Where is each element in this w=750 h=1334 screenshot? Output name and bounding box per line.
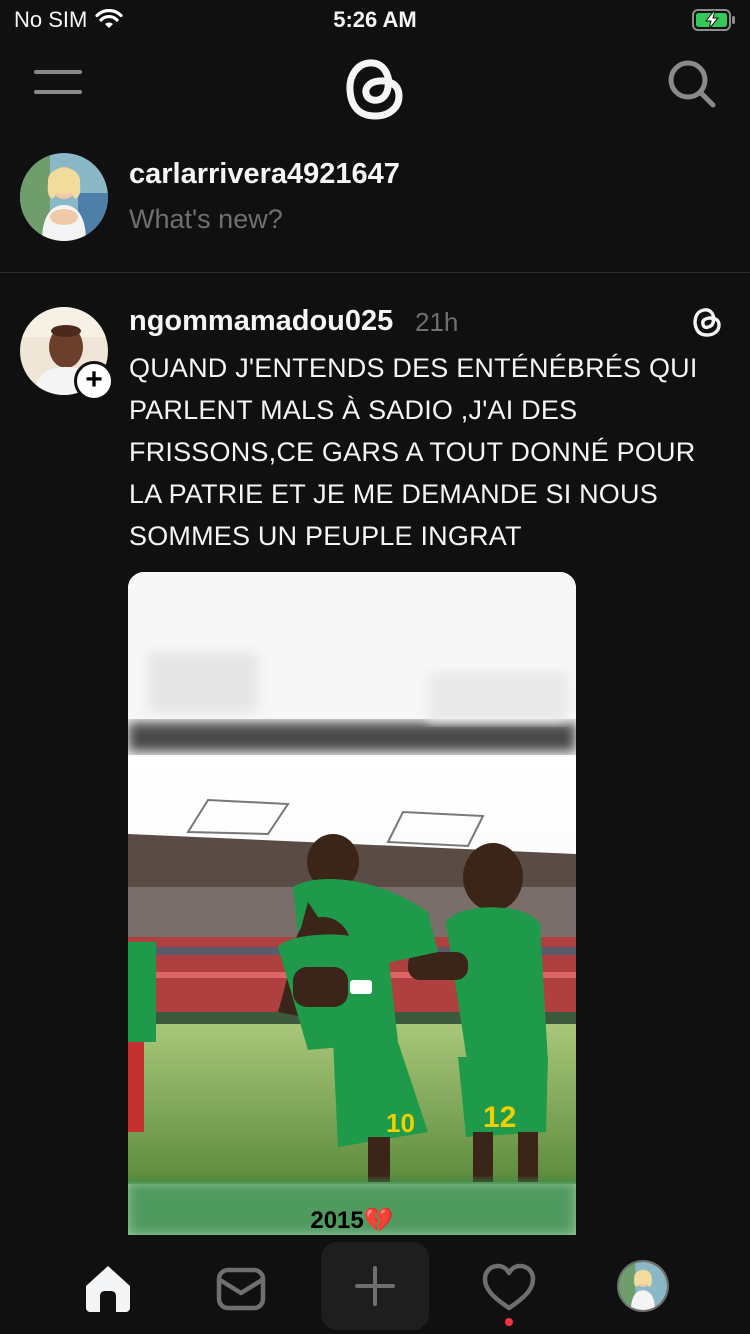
create-button[interactable] bbox=[321, 1242, 429, 1330]
composer-username: carlarrivera4921647 bbox=[129, 158, 400, 190]
post-timestamp: 21h bbox=[415, 307, 459, 337]
threads-logo[interactable] bbox=[343, 52, 407, 124]
composer[interactable]: carlarrivera4921647 What's new? bbox=[0, 150, 750, 273]
post-text: QUAND J'ENTENDS DES ENTÉNÉBRÉS QUI PARLE… bbox=[129, 353, 698, 551]
video-caption: 2015💔 bbox=[310, 1207, 394, 1234]
menu-icon bbox=[34, 70, 82, 94]
plus-icon bbox=[355, 1266, 395, 1306]
heart-icon[interactable] bbox=[481, 1260, 537, 1316]
video-thumbnail: 12 10 bbox=[128, 572, 576, 1235]
top-nav bbox=[0, 44, 750, 130]
home-icon[interactable] bbox=[80, 1260, 136, 1316]
post-video[interactable]: 12 10 2015💔 bbox=[128, 572, 576, 1235]
status-bar: No SIM 5:26 AM bbox=[0, 0, 750, 44]
composer-input[interactable]: What's new? bbox=[129, 204, 283, 235]
threads-icon bbox=[693, 308, 721, 337]
tab-bar bbox=[0, 1238, 750, 1334]
status-time: 5:26 AM bbox=[333, 7, 417, 32]
follow-button[interactable]: + bbox=[74, 361, 114, 401]
post: + ngommamadou025 21h QUAND J'ENTENDS DES… bbox=[0, 275, 750, 1255]
profile-tab-avatar[interactable] bbox=[617, 1260, 669, 1312]
plus-icon: + bbox=[85, 363, 103, 396]
inbox-icon[interactable] bbox=[213, 1260, 269, 1316]
battery-charging-icon bbox=[692, 9, 735, 31]
menu-button[interactable] bbox=[34, 70, 82, 100]
composer-avatar[interactable] bbox=[20, 153, 108, 241]
svg-text:12: 12 bbox=[483, 1101, 516, 1134]
search-icon[interactable] bbox=[666, 58, 718, 110]
notification-dot bbox=[505, 1318, 513, 1326]
post-username[interactable]: ngommamadou025 bbox=[129, 305, 393, 338]
svg-text:10: 10 bbox=[386, 1108, 415, 1138]
